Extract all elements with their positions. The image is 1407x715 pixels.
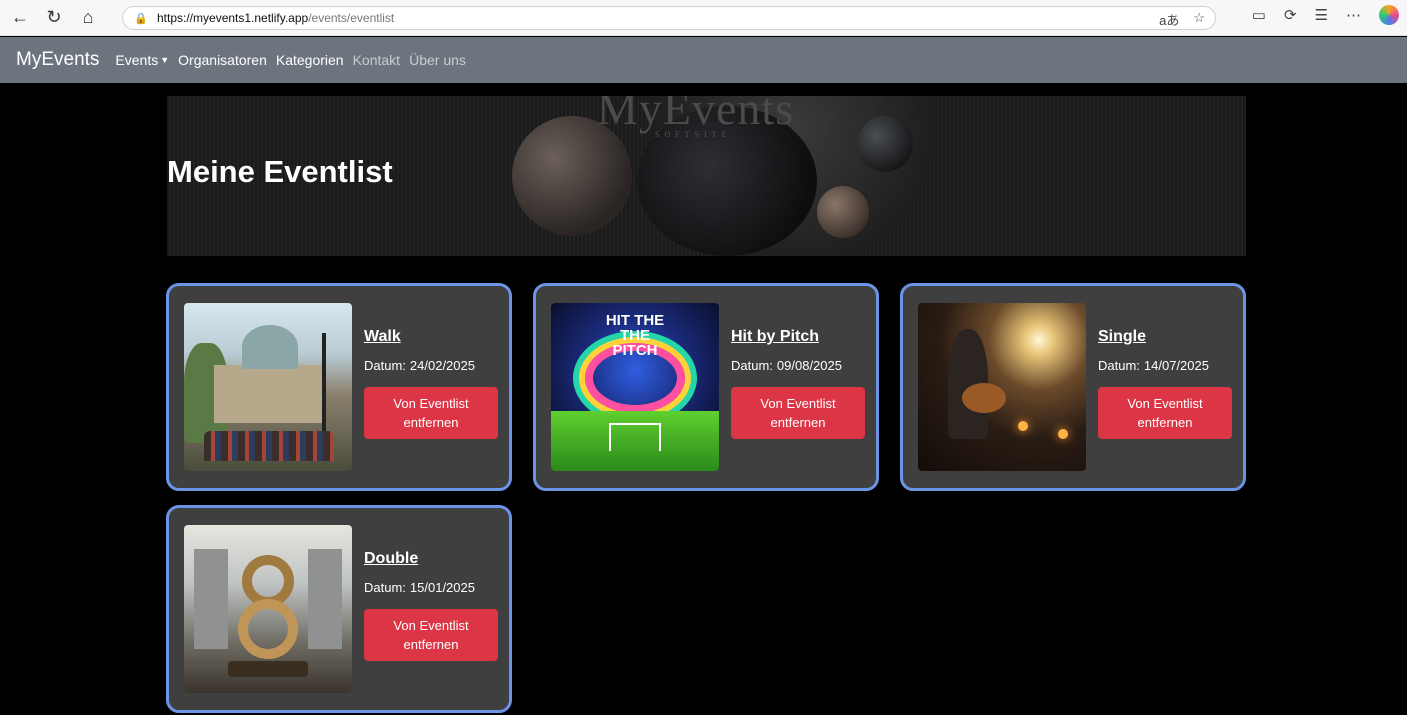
extensions-icon[interactable]: ⟳ (1284, 6, 1297, 24)
event-date: Datum: 09/08/2025 (731, 358, 842, 373)
pitch-image-text: HIT THE THE PITCH (605, 312, 665, 359)
brand-link[interactable]: MyEvents (16, 49, 99, 71)
hero-sphere-decoration (817, 186, 869, 238)
back-arrow-icon[interactable]: ← (6, 4, 34, 32)
event-image-hit-by-pitch: HIT THE THE PITCH (551, 303, 719, 471)
event-date: Datum: 24/02/2025 (364, 358, 475, 373)
copilot-icon[interactable] (1379, 5, 1399, 25)
event-card-double: Double Datum: 15/01/2025 Von Eventlist en… (166, 505, 512, 713)
event-image-walk (184, 303, 352, 471)
main-navbar: MyEvents Events ▼ Organisatoren Kategorie… (0, 37, 1407, 83)
favorites-icon[interactable]: ☰ (1315, 6, 1328, 24)
caret-down-icon: ▼ (160, 55, 170, 65)
address-bar[interactable]: 🔒 https://myevents1.netlify.app/events/e… (122, 6, 1216, 30)
browser-toolbar: ← ↻ ⌂ 🔒 https://myevents1.netlify.app/ev… (0, 0, 1407, 36)
lock-icon: 🔒 (134, 12, 148, 25)
hero-background-subtitle: SOFTSITE (655, 130, 732, 139)
url-path: /events/eventlist (308, 11, 395, 25)
more-options-icon[interactable]: ⋯ (1346, 6, 1361, 24)
nav-events-dropdown[interactable]: Events ▼ (115, 52, 169, 68)
read-aloud-icon[interactable]: aあ (1159, 10, 1179, 29)
remove-from-eventlist-button[interactable]: Von Eventlist entfernen (1098, 387, 1232, 439)
event-card-walk: Walk Datum: 24/02/2025 Von Eventlist entf… (166, 283, 512, 491)
reading-view-icon[interactable]: ▭ (1252, 6, 1266, 24)
event-card-single: Single Datum: 14/07/2025 Von Eventlist en… (900, 283, 1246, 491)
nav-events-label: Events (115, 52, 159, 68)
event-title-link[interactable]: Double (364, 550, 504, 568)
event-date: Datum: 14/07/2025 (1098, 358, 1209, 373)
event-title-link[interactable]: Single (1098, 328, 1238, 346)
remove-from-eventlist-button[interactable]: Von Eventlist entfernen (364, 609, 498, 661)
nav-ueber-uns[interactable]: Über uns (409, 52, 466, 68)
event-title-link[interactable]: Hit by Pitch (731, 328, 871, 346)
event-date: Datum: 15/01/2025 (364, 580, 475, 595)
page-title: Meine Eventlist (167, 154, 393, 189)
url-host: https://myevents1.netlify.app (157, 11, 309, 25)
nav-organisatoren[interactable]: Organisatoren (178, 52, 267, 68)
event-title-link[interactable]: Walk (364, 328, 504, 346)
hero-sphere-decoration (857, 116, 913, 172)
home-icon[interactable]: ⌂ (74, 4, 102, 32)
event-image-single (918, 303, 1086, 471)
nav-kontakt[interactable]: Kontakt (353, 52, 400, 68)
event-card-hit-by-pitch: HIT THE THE PITCH Hit by Pitch Datum: 09/… (533, 283, 879, 491)
nav-kategorien[interactable]: Kategorien (276, 52, 344, 68)
event-image-double (184, 525, 352, 693)
remove-from-eventlist-button[interactable]: Von Eventlist entfernen (364, 387, 498, 439)
hero-banner: MyEvents SOFTSITE Meine Eventlist (167, 96, 1246, 256)
favorite-star-icon[interactable]: ☆ (1193, 10, 1205, 29)
refresh-icon[interactable]: ↻ (40, 4, 68, 32)
remove-from-eventlist-button[interactable]: Von Eventlist entfernen (731, 387, 865, 439)
